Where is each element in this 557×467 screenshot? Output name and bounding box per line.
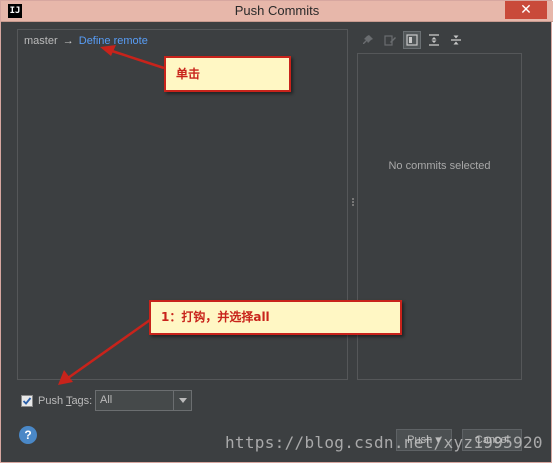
annotation-arrow-2: [67, 318, 151, 380]
annotation-arrow-1: [111, 49, 165, 70]
watermark-text: https://blog.csdn.net/xyz1995920: [225, 433, 543, 452]
annotation-arrows: [58, 45, 165, 385]
